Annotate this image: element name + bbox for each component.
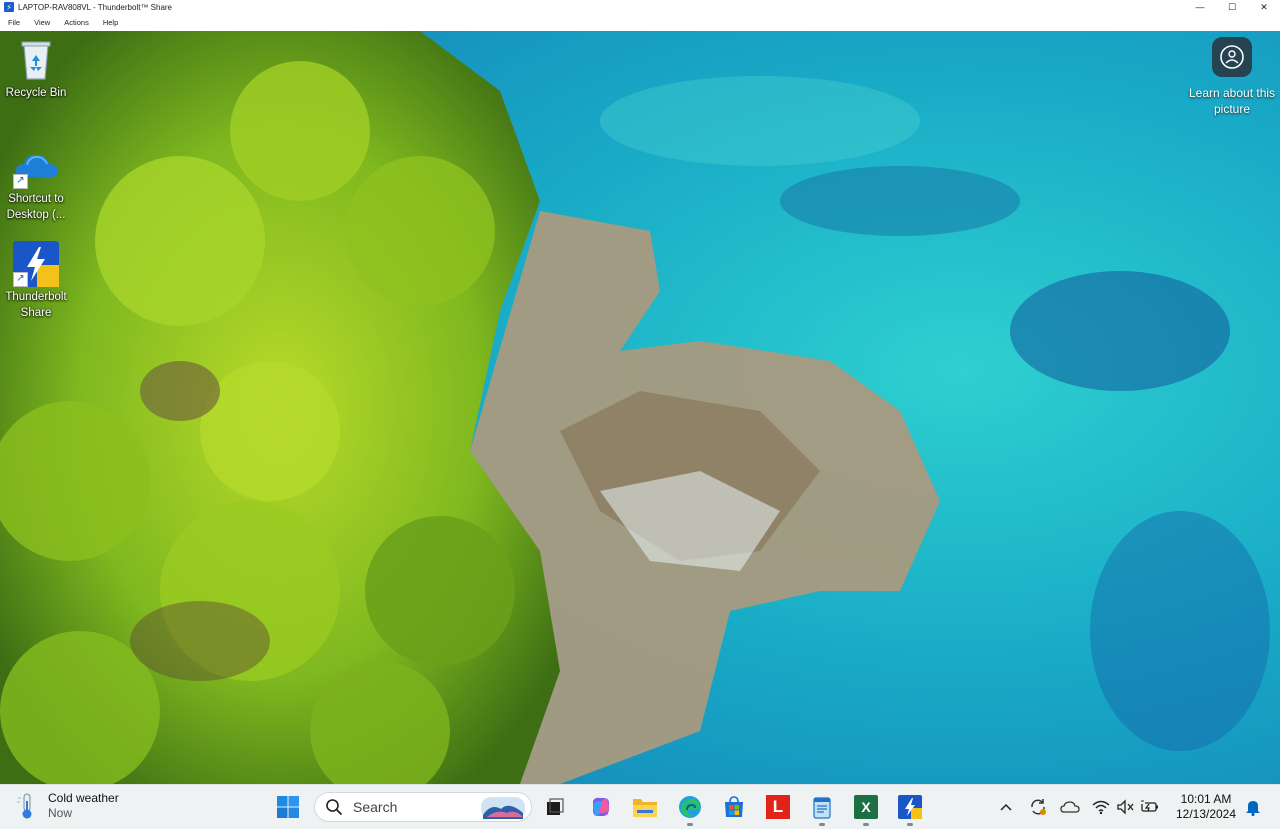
thunderbolt-share-icon: ↗ — [13, 241, 59, 287]
start-button[interactable] — [274, 793, 302, 821]
remote-desktop[interactable]: Recycle Bin ↗ Shortcut to Desktop (... ↗… — [0, 31, 1280, 784]
store-icon — [725, 796, 743, 817]
thermometer-icon — [17, 793, 32, 819]
maximize-button[interactable]: ☐ — [1216, 0, 1248, 14]
speaker-muted-icon — [1117, 799, 1134, 815]
thunderbolt-share-icon — [898, 795, 922, 819]
weather-title: Cold weather — [48, 791, 119, 805]
desktop-icon-label: Recycle Bin — [5, 87, 67, 99]
desktop-icon-recycle-bin[interactable]: Recycle Bin — [0, 37, 72, 101]
folder-icon — [633, 799, 657, 817]
wifi-icon — [1092, 800, 1110, 815]
microsoft-store-button[interactable] — [720, 793, 748, 821]
copilot-icon — [593, 797, 609, 816]
learn-about-label: Learn about this picture — [1188, 86, 1276, 116]
task-view-button[interactable] — [541, 793, 569, 821]
system-clock[interactable]: 10:01 AM 12/13/2024 — [1170, 792, 1242, 822]
lenovo-vantage-button[interactable]: L — [764, 793, 792, 821]
shortcut-arrow-icon: ↗ — [13, 174, 28, 189]
thunderbolt-app-icon: ⚡ — [4, 2, 14, 12]
window-title-bar: ⚡ LAPTOP-RAV808VL - Thunderbolt™ Share —… — [0, 0, 1280, 14]
copilot-button[interactable] — [587, 793, 615, 821]
recycle-bin-icon — [13, 37, 59, 83]
sync-tray-button[interactable] — [1027, 785, 1049, 829]
menu-help[interactable]: Help — [95, 18, 124, 27]
windows-logo-icon — [277, 796, 299, 818]
wallpaper-image — [0, 31, 1280, 784]
running-indicator — [687, 823, 693, 826]
search-icon — [326, 799, 342, 815]
cloud-icon — [1060, 801, 1080, 813]
excel-icon: X — [854, 795, 878, 819]
shortcut-arrow-icon: ↗ — [13, 272, 28, 287]
excel-button[interactable]: X — [852, 793, 880, 826]
window-controls: — ☐ ✕ — [1184, 0, 1280, 14]
network-button[interactable] — [1090, 785, 1112, 829]
menu-file[interactable]: File — [0, 18, 26, 27]
running-indicator — [907, 823, 913, 826]
taskbar: Cold weather Now Search L X 10:01 AM 12/… — [0, 784, 1280, 829]
notifications-button[interactable] — [1242, 785, 1264, 829]
learn-about-picture[interactable]: Learn about this picture — [1184, 37, 1280, 117]
search-input[interactable] — [351, 798, 475, 816]
volume-button[interactable] — [1114, 785, 1136, 829]
battery-button[interactable] — [1138, 785, 1162, 829]
bell-icon — [1246, 801, 1260, 816]
battery-charging-icon — [1140, 800, 1158, 812]
notepad-button[interactable] — [808, 793, 836, 826]
desktop-icon-thunderbolt-share[interactable]: ↗ Thunderbolt Share — [0, 241, 72, 321]
desktop-icon-shortcut-desktop[interactable]: ↗ Shortcut to Desktop (... — [0, 143, 72, 223]
desktop-icon-label: Thunderbolt Share — [5, 291, 67, 319]
edge-browser-button[interactable] — [676, 793, 704, 826]
window-title: LAPTOP-RAV808VL - Thunderbolt™ Share — [18, 2, 173, 12]
menu-bar: File View Actions Help — [0, 14, 1280, 32]
chevron-up-icon — [1000, 803, 1012, 811]
minimize-button[interactable]: — — [1184, 0, 1216, 14]
file-explorer-button[interactable] — [631, 793, 659, 821]
lenovo-icon: L — [766, 795, 790, 819]
sync-icon — [1031, 799, 1046, 815]
lenovo-letter: L — [772, 797, 784, 816]
onedrive-cloud-icon: ↗ — [13, 143, 59, 189]
thunderbolt-share-taskbar-button[interactable] — [896, 793, 924, 826]
taskbar-search[interactable] — [314, 792, 532, 822]
running-indicator — [819, 823, 825, 826]
notepad-icon — [813, 797, 831, 819]
clock-time: 10:01 AM — [1180, 792, 1232, 806]
show-hidden-icons-button[interactable] — [996, 785, 1016, 829]
onedrive-tray-button[interactable] — [1059, 785, 1081, 829]
weather-widget[interactable]: Cold weather Now — [16, 791, 119, 821]
running-indicator — [863, 823, 869, 826]
task-view-icon — [547, 798, 564, 815]
clock-date: 12/13/2024 — [1175, 807, 1237, 821]
menu-actions[interactable]: Actions — [56, 18, 95, 27]
menu-view[interactable]: View — [26, 18, 56, 27]
excel-letter: X — [861, 799, 871, 815]
edge-icon — [679, 796, 701, 818]
close-button[interactable]: ✕ — [1248, 0, 1280, 14]
search-highlight-icon — [481, 797, 525, 819]
weather-subtitle: Now — [48, 806, 73, 820]
camera-lens-icon — [1212, 37, 1252, 77]
desktop-icon-label: Shortcut to Desktop (... — [6, 193, 66, 221]
